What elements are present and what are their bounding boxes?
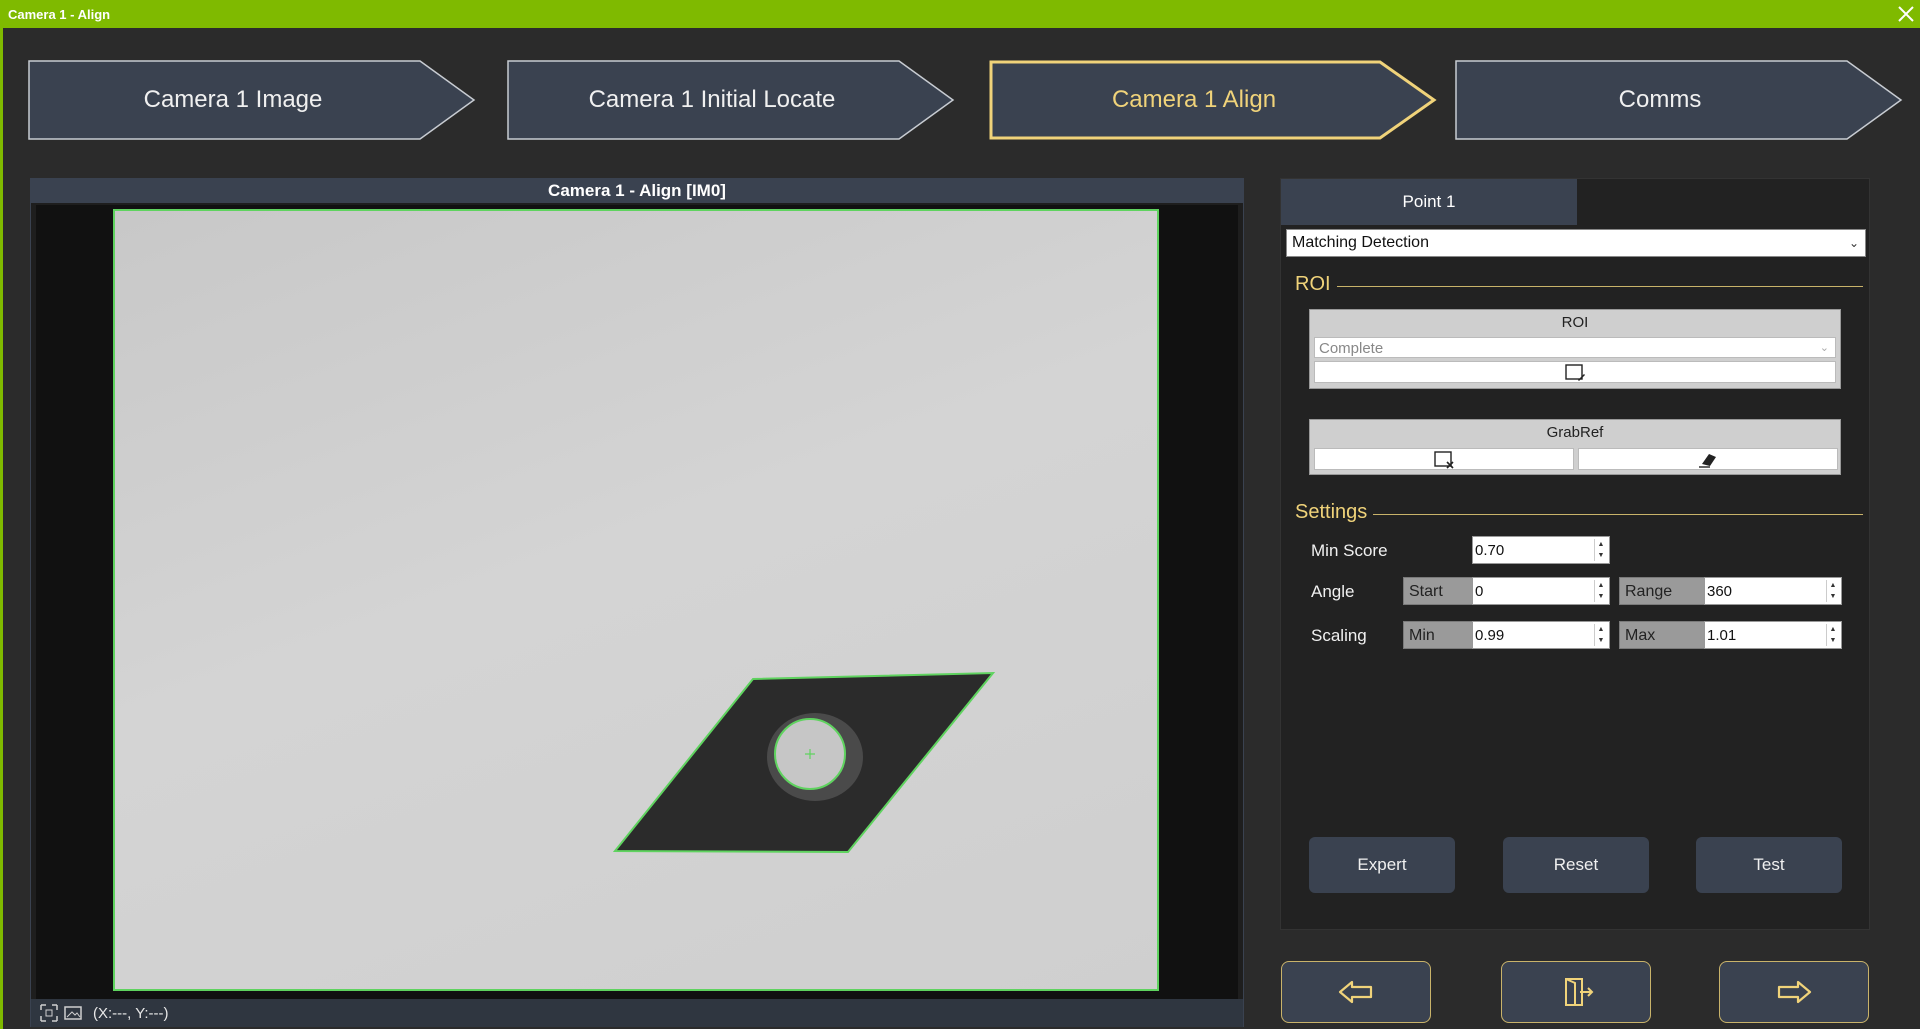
step-comms[interactable]: Comms [1455,60,1903,140]
min-score-input[interactable] [1475,539,1591,561]
exit-door-icon [1565,978,1594,1006]
increment-icon[interactable]: ▲ [1827,580,1839,591]
next-button[interactable] [1719,961,1869,1023]
scaling-label: Scaling [1311,626,1367,645]
decrement-icon[interactable]: ▼ [1595,635,1607,646]
expert-button[interactable]: Expert [1309,837,1455,893]
stepper-arrows[interactable]: ▲ ▼ [1826,580,1839,602]
decrement-icon[interactable]: ▼ [1595,550,1607,561]
angle-range-tag: Range [1619,577,1705,605]
section-divider [1293,514,1863,515]
eraser-icon [1699,454,1716,468]
detected-part-overlay [612,671,996,854]
arrow-right-icon [1777,980,1812,1004]
scaling-min-tag: Min [1403,621,1473,649]
section-divider [1293,286,1863,287]
decrement-icon[interactable]: ▼ [1827,591,1839,602]
roi-section-label: ROI [1293,273,1337,296]
angle-label: Angle [1311,582,1355,601]
fit-view-icon[interactable] [39,1003,59,1023]
viewer-status-bar: (X:---, Y:---) [31,999,1243,1027]
window-title: Camera 1 - Align [8,7,111,22]
tab-point-1[interactable]: Point 1 [1281,179,1577,225]
angle-range-stepper[interactable]: ▲▼ [1704,577,1842,605]
arrow-left-icon [1338,980,1373,1004]
edit-roi-button[interactable] [1314,361,1836,383]
camera-image[interactable] [113,209,1159,991]
scaling-max-tag: Max [1619,621,1705,649]
stepper-arrows[interactable]: ▲ ▼ [1594,580,1607,602]
roi-shape-value: Complete [1319,340,1384,357]
exit-button[interactable] [1501,961,1651,1023]
cursor-coordinates: (X:---, Y:---) [93,1005,169,1022]
roi-box: ROI Complete ⌄ [1309,309,1841,389]
angle-start-tag: Start [1403,577,1473,605]
grabref-box-title: GrabRef [1546,424,1604,441]
grab-region-icon [1434,451,1454,469]
step-navigation: Camera 1 Image Camera 1 Initial Locate C… [28,60,1908,140]
clear-reference-button[interactable] [1578,448,1838,470]
step-camera-initial-locate[interactable]: Camera 1 Initial Locate [507,60,955,140]
decrement-icon[interactable]: ▼ [1595,591,1607,602]
settings-section-label: Settings [1293,501,1374,524]
increment-icon[interactable]: ▲ [1595,539,1607,550]
angle-start-stepper[interactable]: ▲▼ [1472,577,1610,605]
stepper-arrows[interactable]: ▲ ▼ [1826,624,1839,646]
increment-icon[interactable]: ▲ [1595,624,1607,635]
decrement-icon[interactable]: ▼ [1827,635,1839,646]
edit-region-icon [1565,364,1585,381]
detection-mode-value: Matching Detection [1292,234,1429,251]
min-score-label: Min Score [1311,541,1388,560]
roi-section: ROI [1293,273,1863,299]
step-camera-align[interactable]: Camera 1 Align [989,60,1437,140]
scaling-min-stepper[interactable]: ▲▼ [1472,621,1610,649]
chevron-down-icon: ⌄ [1848,236,1859,250]
scaling-min-input[interactable] [1475,624,1591,646]
reset-button[interactable]: Reset [1503,837,1649,893]
roi-box-title: ROI [1561,314,1589,331]
angle-start-input[interactable] [1475,580,1591,602]
title-bar: Camera 1 - Align [0,0,1920,28]
roi-shape-select[interactable]: Complete ⌄ [1314,337,1836,358]
grab-reference-button[interactable] [1314,448,1574,470]
increment-icon[interactable]: ▲ [1827,624,1839,635]
grabref-box: GrabRef [1309,419,1841,475]
angle-range-input[interactable] [1707,580,1823,602]
increment-icon[interactable]: ▲ [1595,580,1607,591]
settings-panel: Point 1 Matching Detection ⌄ ROI ROI Com… [1280,178,1870,930]
step-camera-image[interactable]: Camera 1 Image [28,60,476,140]
viewer-title: Camera 1 - Align [IM0] [31,179,1243,203]
detection-mode-select[interactable]: Matching Detection ⌄ [1286,229,1866,257]
close-icon[interactable] [1894,2,1918,26]
chevron-down-icon: ⌄ [1819,342,1829,354]
min-score-stepper[interactable]: ▲▼ [1472,536,1610,564]
stepper-arrows[interactable]: ▲ ▼ [1594,624,1607,646]
image-icon[interactable] [63,1003,83,1023]
scaling-max-stepper[interactable]: ▲▼ [1704,621,1842,649]
test-button[interactable]: Test [1696,837,1842,893]
settings-section: Settings [1293,501,1863,527]
scaling-max-input[interactable] [1707,624,1823,646]
window-frame [0,28,3,1029]
back-button[interactable] [1281,961,1431,1023]
stepper-arrows[interactable]: ▲ ▼ [1594,539,1607,561]
